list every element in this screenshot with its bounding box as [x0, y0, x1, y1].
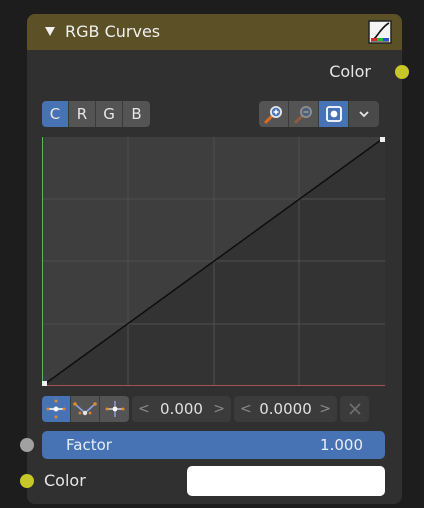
handle-x-field[interactable]: < 0.000 > [132, 396, 231, 422]
close-icon [348, 403, 361, 415]
free-handle-button[interactable] [100, 396, 129, 422]
decrement-arrow-icon[interactable]: < [138, 401, 150, 417]
auto-handle-icon [46, 399, 66, 419]
curve-point-end[interactable] [380, 137, 385, 142]
node-title: RGB Curves [65, 22, 161, 41]
curve-point-start[interactable] [42, 381, 47, 386]
factor-input-socket[interactable] [20, 438, 34, 452]
channel-r-button[interactable]: R [69, 101, 96, 127]
free-handle-icon [105, 401, 124, 417]
curve-menu-button[interactable] [349, 101, 379, 127]
zoom-out-button[interactable] [289, 101, 319, 127]
channel-c-button[interactable]: C [42, 101, 69, 127]
clipping-button[interactable] [319, 101, 349, 127]
curves-preview-icon[interactable] [368, 20, 392, 44]
node-header[interactable]: RGB Curves [27, 14, 402, 50]
color-swatch[interactable] [187, 466, 385, 496]
zoom-in-button[interactable] [259, 101, 289, 127]
increment-arrow-icon[interactable]: > [213, 401, 225, 417]
curve-tools[interactable] [259, 101, 379, 127]
channel-b-button[interactable]: B [123, 101, 150, 127]
delete-point-button[interactable] [340, 396, 369, 422]
curve-graph[interactable] [42, 137, 385, 386]
factor-label: Factor [66, 436, 112, 454]
decrement-arrow-icon[interactable]: < [240, 401, 252, 417]
auto-handle-button[interactable] [42, 396, 71, 422]
channel-g-button[interactable]: G [96, 101, 123, 127]
increment-arrow-icon[interactable]: > [319, 401, 331, 417]
handle-y-value: 0.0000 [259, 400, 312, 418]
handle-y-field[interactable]: < 0.0000 > [234, 396, 337, 422]
channel-selector[interactable]: C R G B [42, 101, 150, 127]
color-input-label: Color [44, 471, 86, 490]
zoom-out-icon [294, 106, 312, 124]
clip-icon [325, 106, 342, 122]
factor-slider[interactable]: Factor 1.000 [42, 431, 385, 459]
factor-value: 1.000 [320, 436, 363, 454]
output-color-label: Color [329, 62, 371, 81]
color-input-socket[interactable] [20, 474, 34, 488]
chevron-down-icon [359, 111, 369, 118]
vector-handle-button[interactable] [71, 396, 100, 422]
handle-x-value: 0.000 [160, 400, 203, 418]
vector-handle-icon [73, 402, 97, 416]
output-color-socket[interactable] [395, 65, 409, 79]
collapse-triangle-icon[interactable] [45, 27, 55, 36]
handle-controls: < 0.000 > < 0.0000 > [42, 396, 385, 422]
zoom-in-icon [264, 106, 282, 124]
